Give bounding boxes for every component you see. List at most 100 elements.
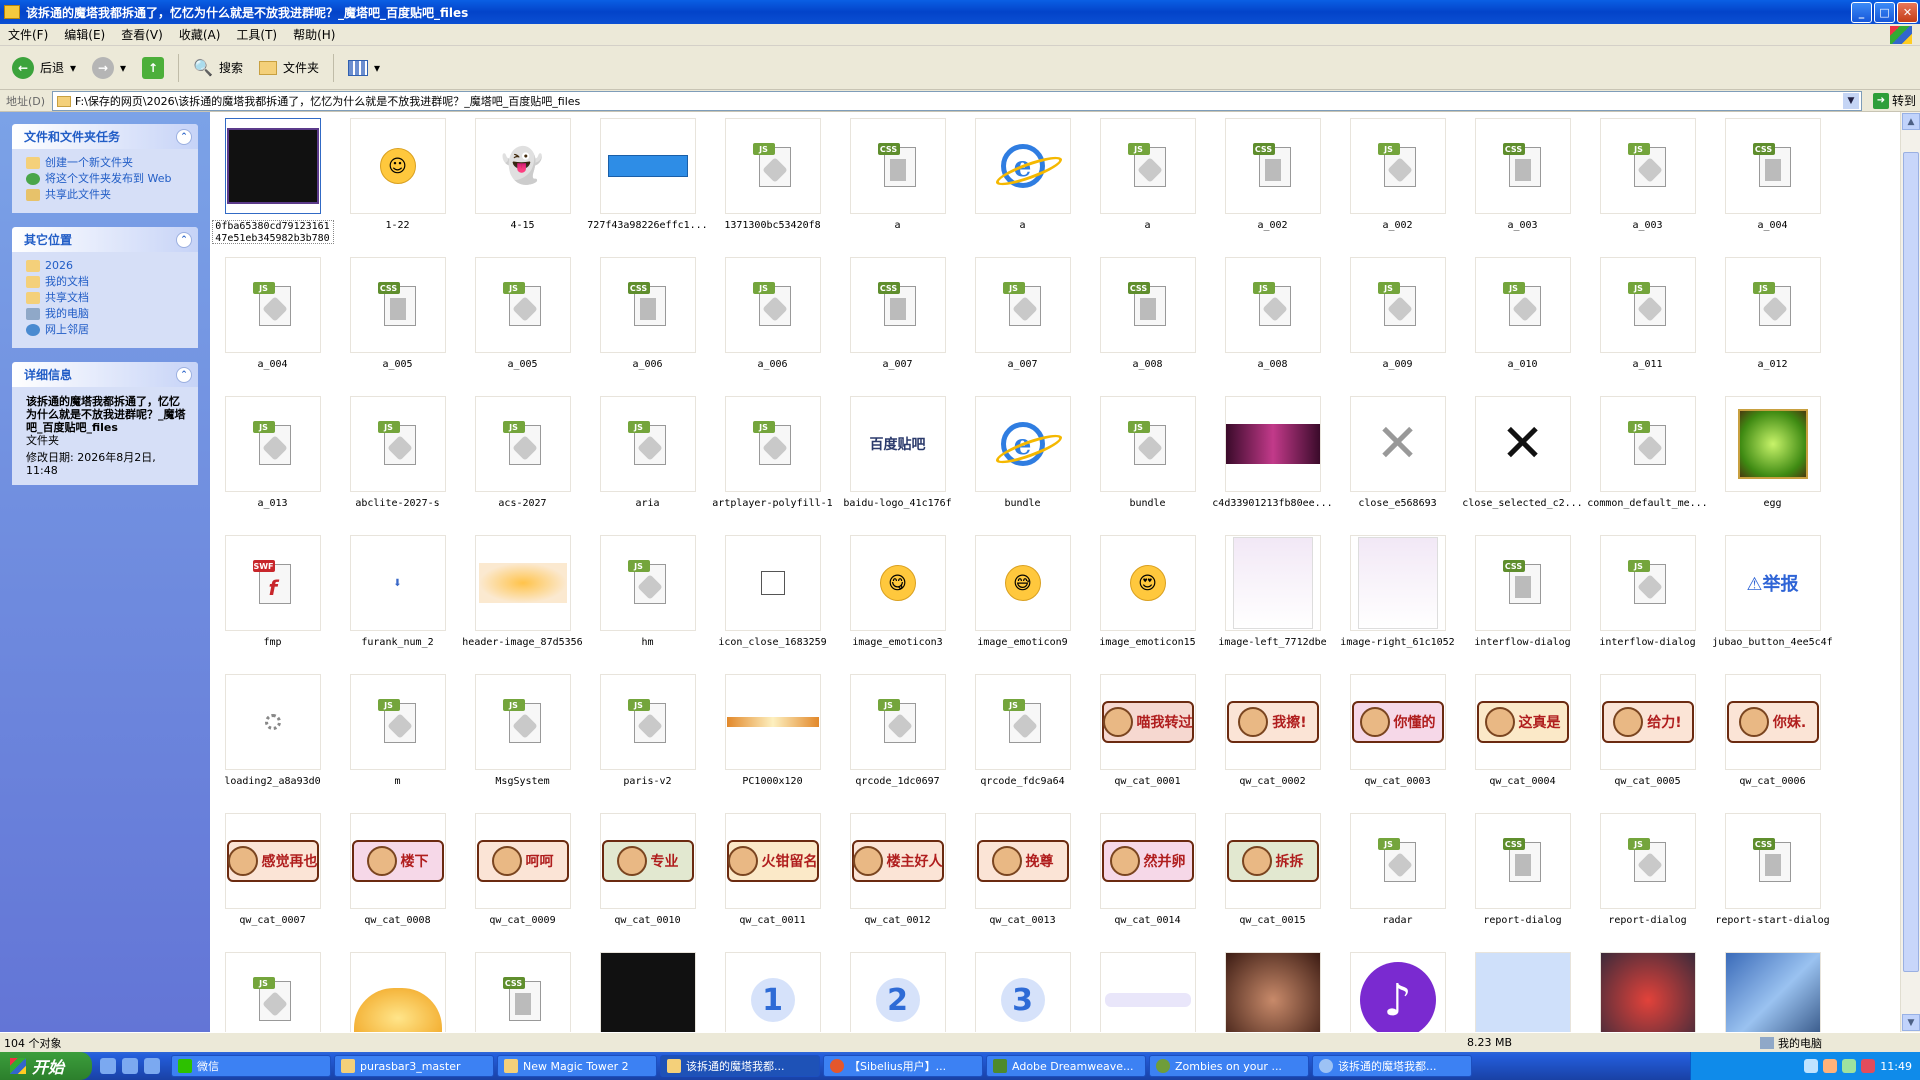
file-item[interactable] [1085,952,1210,1032]
file-item[interactable]: JS hm [585,535,710,674]
file-item[interactable]: CSS report-dialog [1460,813,1585,952]
file-item[interactable]: 727f43a98226effc1... [585,118,710,257]
file-item[interactable]: c4d33901213fb80ee... [1210,396,1335,535]
task-publish-web[interactable]: 将这个文件夹发布到 Web [26,173,188,185]
file-item[interactable]: 你懂的 qw_cat_0003 [1335,674,1460,813]
file-item[interactable]: 然并卵 qw_cat_0014 [1085,813,1210,952]
file-item[interactable]: JS a_005 [460,257,585,396]
menu-help[interactable]: 帮助(H) [285,26,343,43]
place-my-computer[interactable]: 我的电脑 [26,308,188,320]
file-item[interactable]: JS a_006 [710,257,835,396]
close-button[interactable]: ✕ [1897,2,1918,23]
file-item[interactable]: JS report-dialog [1585,813,1710,952]
file-item[interactable]: CSS report-start-dialog [1710,813,1835,952]
views-button[interactable]: ▾ [342,57,386,79]
file-item[interactable]: 我擦! qw_cat_0002 [1210,674,1335,813]
scrollbar-thumb[interactable] [1903,152,1919,972]
file-item[interactable]: 百度贴吧 baidu-logo_41c176f [835,396,960,535]
file-item[interactable]: 3 [960,952,1085,1032]
file-item[interactable]: loading2_a8a93d0 [210,674,335,813]
file-item[interactable]: CSS a_004 [1710,118,1835,257]
file-item[interactable]: SWF f fmp [210,535,335,674]
file-item[interactable]: 楼主好人 qw_cat_0012 [835,813,960,952]
task-browser[interactable]: 该拆通的魔塔我都... [1312,1055,1472,1077]
file-item[interactable]: JS a_013 [210,396,335,535]
scroll-up-button[interactable]: ▲ [1902,113,1920,130]
file-item[interactable]: JS a_003 [1585,118,1710,257]
file-item[interactable] [1460,952,1585,1032]
file-item[interactable]: CSS a_006 [585,257,710,396]
place-2026[interactable]: 2026 [26,260,188,272]
file-item[interactable]: JS MsgSystem [460,674,585,813]
file-item[interactable]: 😅 image_emoticon9 [960,535,1085,674]
menu-tools[interactable]: 工具(T) [228,26,285,43]
folders-button[interactable]: 文件夹 [253,56,325,79]
file-item[interactable] [335,952,460,1032]
file-item[interactable]: 给力! qw_cat_0005 [1585,674,1710,813]
file-item[interactable]: CSS interflow-dialog [1460,535,1585,674]
file-item[interactable] [1210,952,1335,1032]
file-item[interactable]: ☺ 1-22 [335,118,460,257]
menu-view[interactable]: 查看(V) [113,26,171,43]
file-tasks-header[interactable]: 文件和文件夹任务 ⌃ [12,124,198,149]
chevron-down-icon[interactable]: ▾ [120,61,126,75]
file-item[interactable]: header-image_87d5356 [460,535,585,674]
file-item[interactable]: 专业 qw_cat_0010 [585,813,710,952]
file-item[interactable]: CSS a_005 [335,257,460,396]
maximize-button[interactable]: □ [1874,2,1895,23]
address-input[interactable]: F:\保存的网页\2026\该拆通的魔塔我都拆通了，忆忆为什么就是不放我进群呢？… [52,91,1862,111]
file-item[interactable]: ⬇ furank_num_2 [335,535,460,674]
file-item[interactable]: JS qrcode_fdc9a64 [960,674,1085,813]
file-item[interactable]: JS abclite-2027-s [335,396,460,535]
file-item[interactable]: 😍 image_emoticon15 [1085,535,1210,674]
file-item[interactable]: JS interflow-dialog [1585,535,1710,674]
task-zombies[interactable]: Zombies on your ... [1149,1055,1309,1077]
file-item[interactable]: image-left_7712dbe [1210,535,1335,674]
collapse-icon[interactable]: ⌃ [176,128,192,145]
minimize-button[interactable]: _ [1851,2,1872,23]
file-item[interactable]: JS bundle [1085,396,1210,535]
file-item[interactable]: JS a_008 [1210,257,1335,396]
task-sibelius[interactable]: 【Sibelius用户】... [823,1055,983,1077]
file-item[interactable]: 呵呵 qw_cat_0009 [460,813,585,952]
place-my-documents[interactable]: 我的文档 [26,276,188,288]
other-places-header[interactable]: 其它位置 ⌃ [12,227,198,252]
menu-edit[interactable]: 编辑(E) [56,26,113,43]
file-item[interactable]: 楼下 qw_cat_0008 [335,813,460,952]
file-item[interactable]: JS a_009 [1335,257,1460,396]
file-item[interactable]: JS a_002 [1335,118,1460,257]
file-item[interactable]: CSS a [835,118,960,257]
show-desktop-icon[interactable] [100,1058,116,1074]
file-item[interactable]: JS a_010 [1460,257,1585,396]
chevron-down-icon[interactable]: ▼ [1843,93,1859,109]
file-item[interactable]: JS a [1085,118,1210,257]
file-item[interactable]: CSS a_003 [1460,118,1585,257]
file-item[interactable] [585,952,710,1032]
file-item[interactable]: ✕ close_selected_c2... [1460,396,1585,535]
forward-button[interactable]: → ▾ [86,54,132,82]
go-button[interactable]: ➜ 转到 [1872,92,1916,109]
file-item[interactable]: 😋 image_emoticon3 [835,535,960,674]
ie-icon[interactable] [122,1058,138,1074]
file-item[interactable]: ✕ close_e568693 [1335,396,1460,535]
tray-icon[interactable] [1842,1059,1857,1073]
file-item[interactable]: 感觉再也 qw_cat_0007 [210,813,335,952]
collapse-icon[interactable]: ⌃ [176,231,192,248]
media-icon[interactable] [144,1058,160,1074]
file-item[interactable]: icon_close_1683259 [710,535,835,674]
task-wechat[interactable]: 微信 [171,1055,331,1077]
file-item[interactable]: egg [1710,396,1835,535]
file-item[interactable]: CSS a_008 [1085,257,1210,396]
file-item[interactable]: 0fba65380cd79123161 47e51eb345982b3b780d… [210,118,335,257]
file-item[interactable]: JS common_default_me... [1585,396,1710,535]
file-item[interactable]: e bundle [960,396,1085,535]
file-item[interactable]: 挽尊 qw_cat_0013 [960,813,1085,952]
file-item[interactable]: CSS a_007 [835,257,960,396]
place-network[interactable]: 网上邻居 [26,324,188,336]
file-item[interactable]: JS [210,952,335,1032]
file-item[interactable]: 1 [710,952,835,1032]
search-button[interactable]: 🔍 搜索 [187,55,249,80]
file-item[interactable]: JS a_012 [1710,257,1835,396]
task-magic-tower[interactable]: New Magic Tower 2 [497,1055,657,1077]
file-item[interactable] [1710,952,1835,1032]
